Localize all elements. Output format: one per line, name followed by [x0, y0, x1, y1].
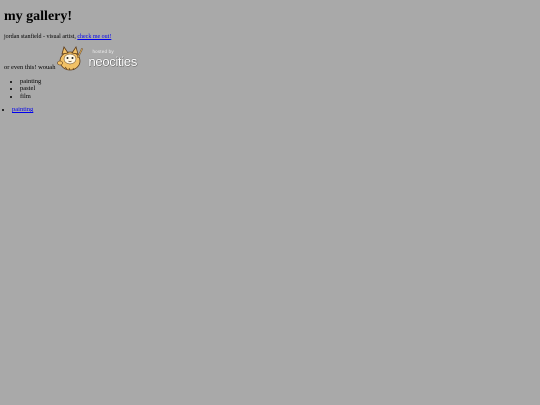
page: my gallery! jordan stanfield - visual ar…	[0, 0, 540, 405]
painting-link[interactable]: painting	[12, 106, 33, 113]
intro-line: jordan stanfield - visual artist, check …	[4, 34, 540, 41]
badge-text: hosted by neocities	[88, 50, 137, 68]
intro-text: jordan stanfield - visual artist,	[4, 34, 78, 40]
badge-brand: neocities	[88, 53, 138, 69]
list-item: painting	[20, 78, 540, 86]
list-item: painting	[12, 106, 540, 114]
media-list: painting pastel film	[4, 78, 540, 101]
badge-row: or even this! wouah hosted by neocities	[4, 44, 540, 74]
badge-prefix-text: or even this! wouah	[4, 64, 56, 72]
list-item: film	[20, 93, 540, 101]
page-title: my gallery!	[4, 9, 73, 24]
list-item: pastel	[20, 85, 540, 93]
gallery-links-list: painting	[4, 106, 540, 114]
check-me-out-link[interactable]: check me out!	[77, 34, 111, 40]
neocities-badge-link[interactable]: hosted by neocities	[56, 44, 137, 74]
neocities-cat-icon	[56, 45, 86, 73]
